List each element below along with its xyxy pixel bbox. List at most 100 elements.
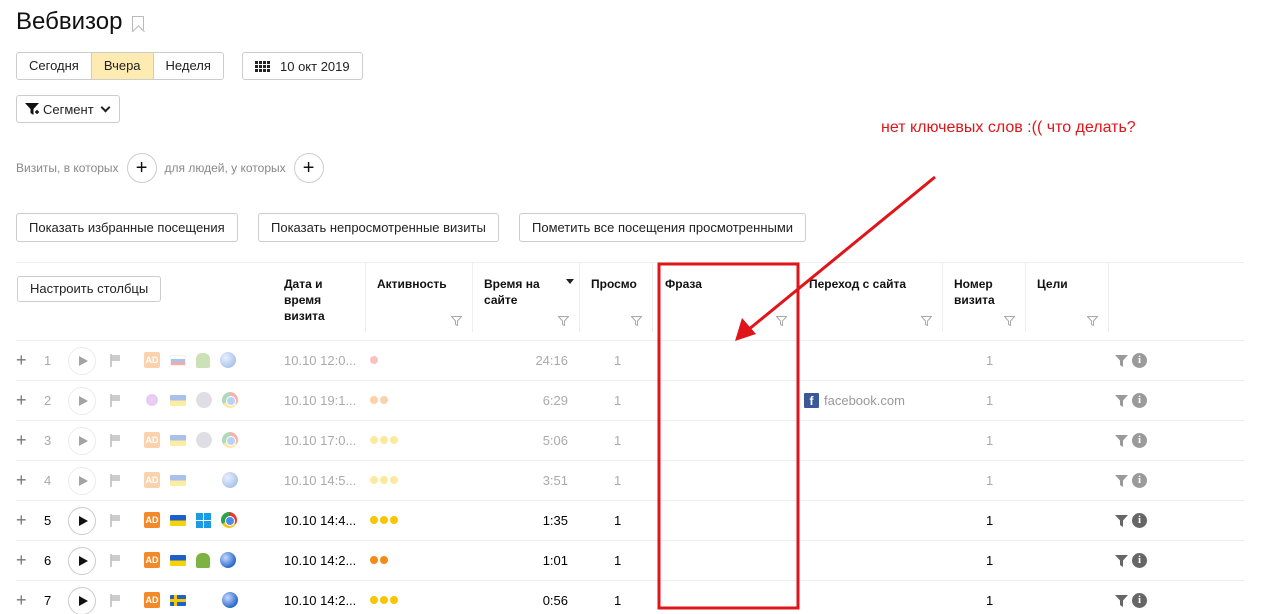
time-on-site: 1:01: [542, 553, 568, 568]
time-on-site: 3:51: [542, 473, 568, 488]
period-button[interactable]: Вчера: [91, 53, 154, 79]
add-visit-condition-button[interactable]: +: [126, 153, 157, 183]
chrome-icon: [222, 392, 238, 408]
show-unwatched-button[interactable]: Показать непросмотренные визиты: [258, 213, 499, 242]
table-row[interactable]: +4 AD 10.10 14:5... 3:51 1 1 i: [16, 460, 1244, 500]
column-header-activity[interactable]: Активность: [377, 276, 447, 292]
filter-icon[interactable]: [1115, 474, 1128, 487]
configure-columns-button[interactable]: Настроить столбцы: [17, 276, 162, 302]
flag-icon[interactable]: [110, 354, 121, 367]
row-actions: i: [1115, 473, 1147, 488]
facebook-icon: f: [804, 393, 819, 408]
segment-label: Сегмент: [43, 101, 94, 117]
mark-all-watched-button[interactable]: Пометить все посещения просмотренными: [519, 213, 807, 242]
period-button[interactable]: Неделя: [153, 53, 223, 79]
play-button[interactable]: [68, 507, 96, 535]
play-button[interactable]: [68, 347, 96, 375]
column-header-phrase[interactable]: Фраза: [665, 276, 702, 292]
info-icon[interactable]: i: [1132, 433, 1147, 448]
info-icon[interactable]: i: [1132, 593, 1147, 608]
activity-indicator: [370, 396, 388, 404]
filter-icon[interactable]: [921, 316, 932, 326]
activity-dot: [380, 516, 388, 524]
show-favorites-button[interactable]: Показать избранные посещения: [16, 213, 238, 242]
visit-datetime: 10.10 14:5...: [284, 473, 357, 488]
column-header-visit-number[interactable]: Номер визита: [954, 276, 1014, 308]
visit-datetime: 10.10 14:2...: [284, 553, 357, 568]
time-on-site: 1:35: [542, 513, 568, 528]
filter-icon[interactable]: [558, 316, 569, 326]
activity-dot: [380, 596, 388, 604]
visitor-icons: AD: [144, 352, 236, 368]
table-row[interactable]: +1 AD 10.10 12:0... 24:16 1 1 i: [16, 340, 1244, 380]
info-icon[interactable]: i: [1132, 513, 1147, 528]
filter-icon[interactable]: [1115, 594, 1128, 607]
globe-icon: [220, 552, 236, 568]
play-button[interactable]: [68, 427, 96, 455]
period-button[interactable]: Сегодня: [17, 53, 92, 79]
filter-icon[interactable]: [1115, 394, 1128, 407]
flag-icon[interactable]: [110, 594, 121, 607]
row-number: 6: [44, 553, 52, 568]
info-icon[interactable]: i: [1132, 473, 1147, 488]
play-button[interactable]: [68, 587, 96, 614]
add-people-condition-button[interactable]: +: [293, 153, 324, 183]
expand-row-button[interactable]: +: [16, 391, 27, 409]
play-button[interactable]: [68, 467, 96, 495]
time-on-site: 5:06: [542, 433, 568, 448]
filter-icon[interactable]: [1115, 554, 1128, 567]
table-row[interactable]: +2 10.10 19:1... 6:29 1 f facebook.com 1 i: [16, 380, 1244, 420]
row-actions: i: [1115, 553, 1147, 568]
table-row[interactable]: +5 AD 10.10 14:4... 1:35 1 1 i: [16, 500, 1244, 540]
ad-icon: AD: [144, 472, 160, 488]
filter-icon[interactable]: [1087, 316, 1098, 326]
play-button[interactable]: [68, 387, 96, 415]
column-separator: [472, 262, 473, 332]
filter-icon[interactable]: [776, 316, 787, 326]
page-title: Вебвизор: [16, 8, 145, 36]
expand-row-button[interactable]: +: [16, 471, 27, 489]
activity-dot: [380, 476, 388, 484]
flag-icon[interactable]: [110, 394, 121, 407]
bookmark-icon[interactable]: [132, 16, 145, 32]
flag-ua-icon: [170, 474, 186, 486]
flag-icon[interactable]: [110, 474, 121, 487]
expand-row-button[interactable]: +: [16, 351, 27, 369]
flag-icon[interactable]: [110, 514, 121, 527]
column-header-views[interactable]: Просмо: [591, 276, 637, 292]
column-header-time-on-site[interactable]: Время на сайте: [484, 276, 564, 308]
filter-icon[interactable]: [1115, 354, 1128, 367]
column-header-goals[interactable]: Цели: [1037, 276, 1068, 292]
table-row[interactable]: +6 AD 10.10 14:2... 1:01 1 1 i: [16, 540, 1244, 580]
filter-icon[interactable]: [1004, 316, 1015, 326]
info-icon[interactable]: i: [1132, 553, 1147, 568]
table-row[interactable]: +3 AD 10.10 17:0... 5:06 1 1 i: [16, 420, 1244, 460]
filter-icon[interactable]: [1115, 434, 1128, 447]
flag-ua-icon: [170, 514, 186, 526]
expand-row-button[interactable]: +: [16, 591, 27, 609]
filter-icon[interactable]: [1115, 514, 1128, 527]
chrome-icon: [222, 432, 238, 448]
play-button[interactable]: [68, 547, 96, 575]
people-condition-label: для людей, у которых: [164, 161, 286, 175]
expand-row-button[interactable]: +: [16, 431, 27, 449]
filter-icon[interactable]: [631, 316, 642, 326]
expand-row-button[interactable]: +: [16, 551, 27, 569]
expand-row-button[interactable]: +: [16, 511, 27, 529]
table-row[interactable]: +7 AD 10.10 14:2... 0:56 1 1 i: [16, 580, 1244, 614]
column-header-datetime[interactable]: Дата и время визита: [284, 276, 354, 324]
sort-desc-icon[interactable]: [566, 279, 574, 284]
column-header-referrer[interactable]: Переход с сайта: [809, 276, 906, 292]
activity-dot: [380, 436, 388, 444]
info-icon[interactable]: i: [1132, 393, 1147, 408]
filter-icon[interactable]: [451, 316, 462, 326]
visitor-icons: AD: [144, 512, 237, 528]
referrer[interactable]: f facebook.com: [804, 393, 905, 408]
flag-icon[interactable]: [110, 434, 121, 447]
calendar-icon: [255, 60, 270, 72]
date-picker-button[interactable]: 10 окт 2019: [242, 52, 363, 80]
row-actions: i: [1115, 353, 1147, 368]
flag-icon[interactable]: [110, 554, 121, 567]
segment-button[interactable]: Сегмент: [16, 95, 120, 123]
info-icon[interactable]: i: [1132, 353, 1147, 368]
